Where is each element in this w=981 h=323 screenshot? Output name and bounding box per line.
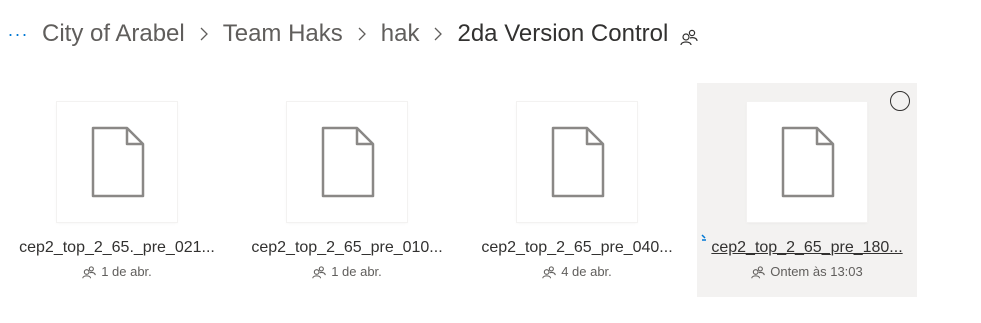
file-meta: Ontem às 13:03 (697, 264, 917, 279)
file-modified-date: 4 de abr. (561, 264, 612, 279)
file-name[interactable]: cep2_top_2_65_pre_040... (475, 239, 679, 257)
shared-people-icon (680, 28, 698, 46)
file-thumbnail[interactable] (747, 102, 867, 222)
breadcrumb: ··· City of Arabel Team Haks hak 2da Ver… (0, 16, 981, 52)
document-icon (321, 126, 375, 198)
chevron-right-icon (191, 27, 217, 41)
select-checkbox[interactable] (890, 91, 910, 111)
file-modified-date: 1 de abr. (101, 264, 152, 279)
file-tile[interactable]: cep2_top_2_65_pre_010... 1 de abr. (237, 83, 457, 297)
file-modified-date: 1 de abr. (331, 264, 382, 279)
file-grid: cep2_top_2_65._pre_021... 1 de abr. cep2… (0, 83, 981, 297)
file-thumbnail[interactable] (517, 102, 637, 222)
breadcrumb-item-city-of-arabel[interactable]: City of Arabel (36, 20, 191, 48)
chevron-right-icon (425, 27, 451, 41)
breadcrumb-overflow-button[interactable]: ··· (0, 16, 36, 52)
chevron-right-icon (349, 27, 375, 41)
breadcrumb-item-team-haks[interactable]: Team Haks (217, 20, 349, 48)
file-meta: 1 de abr. (237, 264, 457, 279)
shared-people-icon (542, 265, 556, 278)
document-icon (781, 126, 835, 198)
shared-people-icon (751, 265, 766, 278)
shared-people-icon (82, 265, 96, 278)
file-name[interactable]: cep2_top_2_65_pre_180... (705, 239, 909, 257)
file-modified-date: Ontem às 13:03 (770, 264, 863, 279)
file-name[interactable]: cep2_top_2_65._pre_021... (15, 239, 219, 257)
document-icon (91, 126, 145, 198)
file-tile-selected[interactable]: cep2_top_2_65_pre_180... Ontem às 13:03 (697, 83, 917, 297)
file-thumbnail[interactable] (57, 102, 177, 222)
file-tile[interactable]: cep2_top_2_65._pre_021... 1 de abr. (7, 83, 227, 297)
file-name[interactable]: cep2_top_2_65_pre_010... (245, 239, 449, 257)
file-thumbnail[interactable] (287, 102, 407, 222)
document-icon (551, 126, 605, 198)
breadcrumb-item-hak[interactable]: hak (375, 20, 426, 48)
file-meta: 1 de abr. (7, 264, 227, 279)
file-meta: 4 de abr. (467, 264, 687, 279)
file-tile[interactable]: cep2_top_2_65_pre_040... 4 de abr. (467, 83, 687, 297)
breadcrumb-item-current-folder: 2da Version Control (457, 20, 669, 47)
shared-people-icon (312, 265, 326, 278)
